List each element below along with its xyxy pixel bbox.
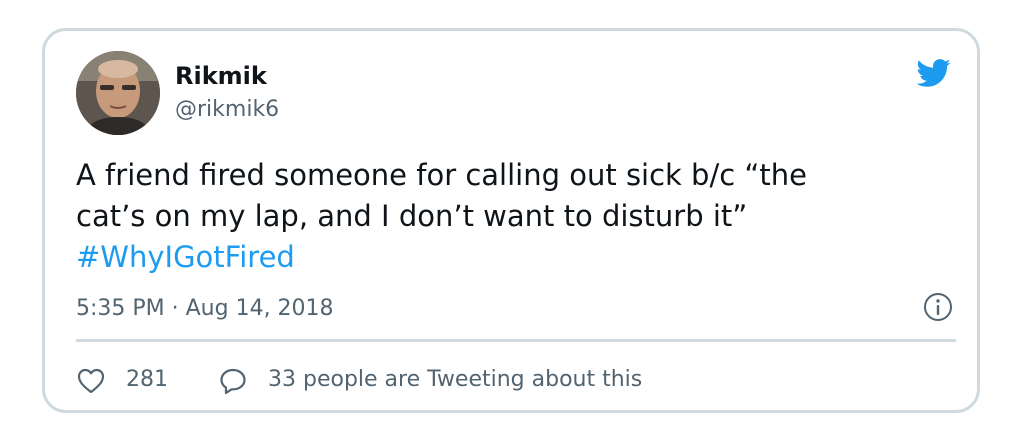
speech-bubble-icon[interactable] [219,367,247,395]
hashtag-link[interactable]: #WhyIGotFired [76,237,956,278]
tweet-timestamp[interactable]: 5:35 PM · Aug 14, 2018 [76,295,334,323]
info-icon[interactable] [923,292,953,322]
like-count[interactable]: 281 [126,366,168,394]
conversation-link[interactable]: 33 people are Tweeting about this [268,366,642,394]
tweet-text: A friend fired someone for calling out s… [76,155,956,278]
user-handle[interactable]: @rikmik6 [175,96,279,124]
avatar-image [76,51,160,135]
divider [76,339,956,342]
avatar[interactable] [76,51,160,135]
twitter-bird-icon[interactable] [913,55,953,91]
tweet-text-line: cat’s on my lap, and I don’t want to dis… [76,199,748,233]
heart-icon[interactable] [77,368,105,394]
display-name[interactable]: Rikmik [175,62,267,90]
tweet-card[interactable]: Rikmik @rikmik6 A friend fired someone f… [42,28,980,413]
tweet-text-line: A friend fired someone for calling out s… [76,158,808,192]
